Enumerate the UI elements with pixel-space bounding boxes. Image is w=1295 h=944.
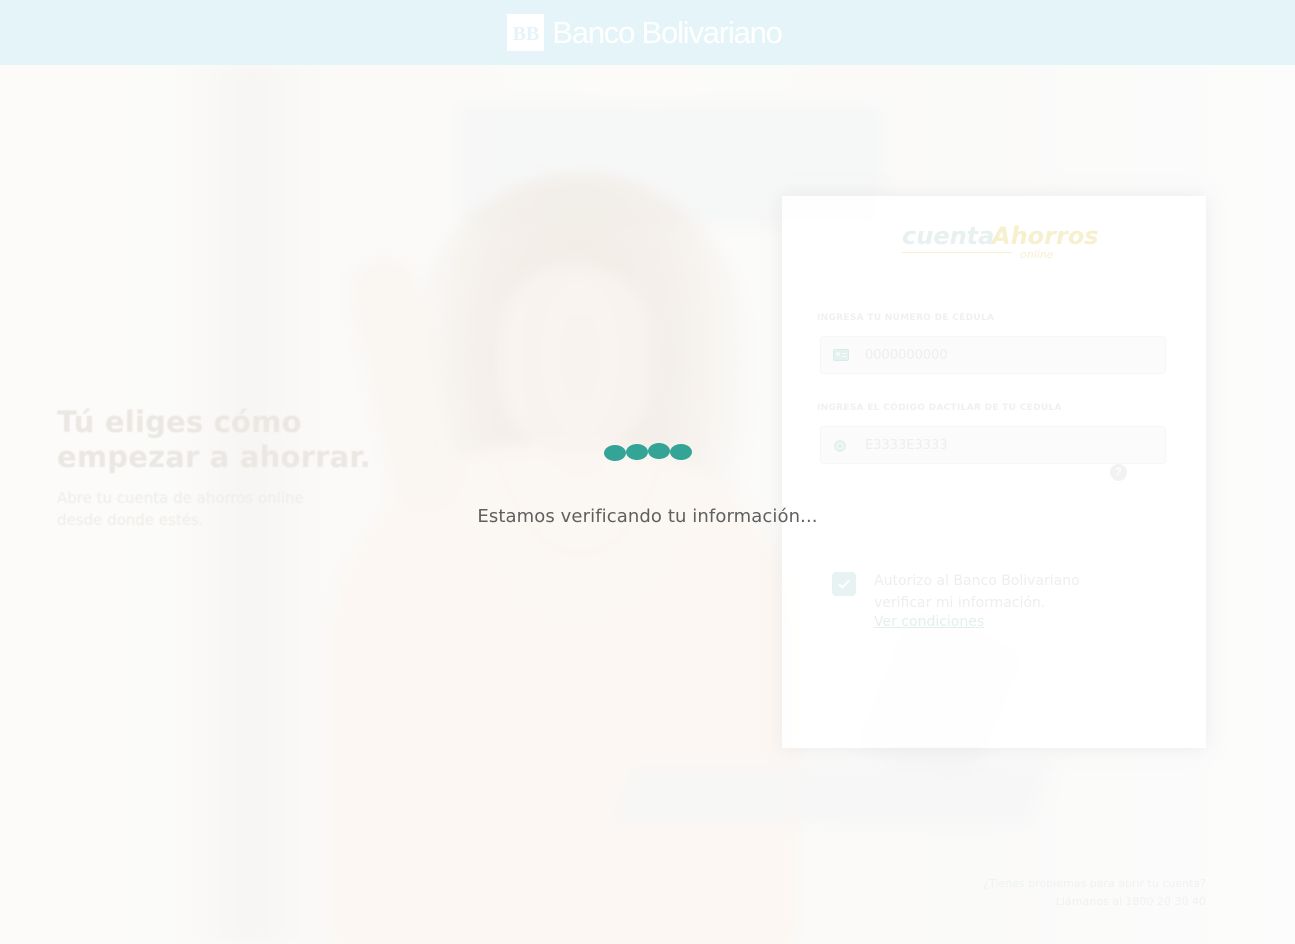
bank-logo-icon: BB [507, 14, 545, 51]
bank-logo-mark-text: BB [512, 23, 539, 45]
logo-word-online: online [1020, 248, 1054, 261]
logo-underline [902, 252, 1012, 253]
id-number-field[interactable] [820, 336, 1166, 374]
fingerprint-code-label: INGRESA EL CÓDIGO DACTILAR DE TU CÉDULA [817, 403, 1062, 413]
footer-help-question[interactable]: ¿Tienes problemas para abrir tu cuenta? [983, 875, 1206, 893]
footer-help: ¿Tienes problemas para abrir tu cuenta? … [983, 875, 1206, 911]
cuenta-ahorros-logo: cuenta Ahorros online [902, 210, 1099, 270]
brand-logo[interactable]: BB Banco Bolivariano [507, 14, 783, 51]
loading-indicator: Estamos verificando tu información... [0, 440, 1295, 527]
loading-message: Estamos verificando tu información... [477, 506, 818, 527]
footer-help-phone[interactable]: Llámanos al 1800 20 30 40 [983, 893, 1206, 911]
id-number-label: INGRESA TU NÚMERO DE CÉDULA [817, 313, 995, 323]
bank-name: Banco Bolivariano [552, 14, 783, 50]
loading-dot [625, 444, 648, 460]
id-card-icon [833, 349, 849, 361]
logo-word-cuenta: cuenta [902, 222, 995, 250]
loading-spinner-icon [602, 440, 694, 462]
loading-dot [603, 445, 626, 461]
hero-title-line1: Tú eliges cómo [57, 405, 302, 439]
loading-dot [647, 443, 670, 459]
logo-word-ahorros: Ahorros [992, 222, 1099, 250]
id-number-input[interactable] [865, 337, 1155, 373]
consent-line2: verificar mi información. [874, 595, 1046, 611]
page: BB Banco Bolivariano Tú eliges cómo empe… [0, 0, 1295, 944]
view-conditions-link[interactable]: Ver condiciones [874, 614, 984, 630]
consent-checkbox[interactable] [832, 572, 856, 596]
loading-dot [669, 444, 692, 460]
consent-line1: Autorizo al Banco Bolivariano [874, 573, 1080, 589]
top-header: BB Banco Bolivariano [0, 0, 1295, 65]
check-icon [838, 579, 850, 589]
consent-text: Autorizo al Banco Bolivariano verificar … [874, 570, 1154, 614]
